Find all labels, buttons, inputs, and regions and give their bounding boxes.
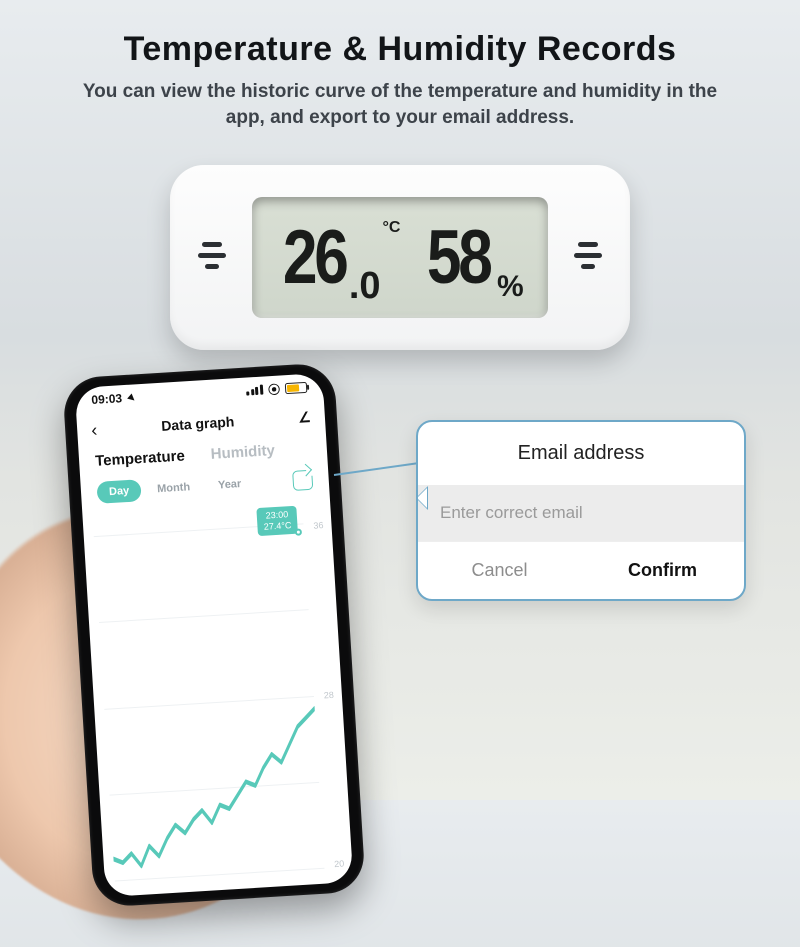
signal-icon — [246, 385, 263, 396]
cancel-button[interactable]: Cancel — [418, 542, 581, 599]
lcd-temperature-decimal: .0 — [349, 265, 381, 308]
callout-connector — [334, 462, 419, 476]
back-button[interactable]: ‹ — [91, 419, 98, 440]
phone-screen: 09:03 ◂ ⦿ ‹ Data graph ∠ Temperature Hum… — [75, 373, 354, 897]
phone-mockup: 09:03 ◂ ⦿ ‹ Data graph ∠ Temperature Hum… — [62, 362, 366, 908]
export-icon[interactable] — [292, 470, 313, 491]
email-input[interactable]: Enter correct email — [418, 485, 744, 541]
screen-title: Data graph — [161, 413, 235, 433]
sensor-vent-left-icon — [192, 235, 232, 275]
battery-icon — [285, 381, 308, 393]
lcd-display: 26 .0 °C 58 % — [252, 197, 548, 318]
lcd-temperature: 26 — [283, 214, 346, 301]
location-arrow-icon: ◂ — [126, 390, 140, 404]
status-time: 09:03 ◂ — [91, 390, 136, 407]
temperature-chart[interactable]: 36 28 20 23:00 27.4°C — [82, 498, 353, 897]
lcd-humidity: 58 — [427, 214, 490, 301]
chart-line — [94, 523, 325, 880]
range-year[interactable]: Year — [205, 472, 254, 497]
tab-humidity[interactable]: Humidity — [210, 442, 275, 463]
confirm-button[interactable]: Confirm — [581, 542, 744, 599]
lcd-humidity-unit: % — [497, 270, 524, 304]
sensor-device: 26 .0 °C 58 % — [170, 165, 630, 350]
email-export-dialog: Email address Enter correct email Cancel… — [416, 420, 746, 601]
tab-temperature[interactable]: Temperature — [95, 447, 186, 469]
wifi-icon: ⦿ — [268, 380, 281, 398]
edit-button[interactable]: ∠ — [298, 408, 312, 426]
range-day[interactable]: Day — [96, 479, 141, 504]
sensor-vent-right-icon — [568, 235, 608, 275]
range-month[interactable]: Month — [145, 475, 203, 500]
page-subtitle: You can view the historic curve of the t… — [70, 79, 730, 130]
dialog-title: Email address — [418, 422, 744, 481]
range-selector: Day Month Year — [96, 472, 253, 504]
page-title: Temperature & Humidity Records — [0, 0, 800, 69]
lcd-temperature-unit: °C — [383, 219, 401, 237]
